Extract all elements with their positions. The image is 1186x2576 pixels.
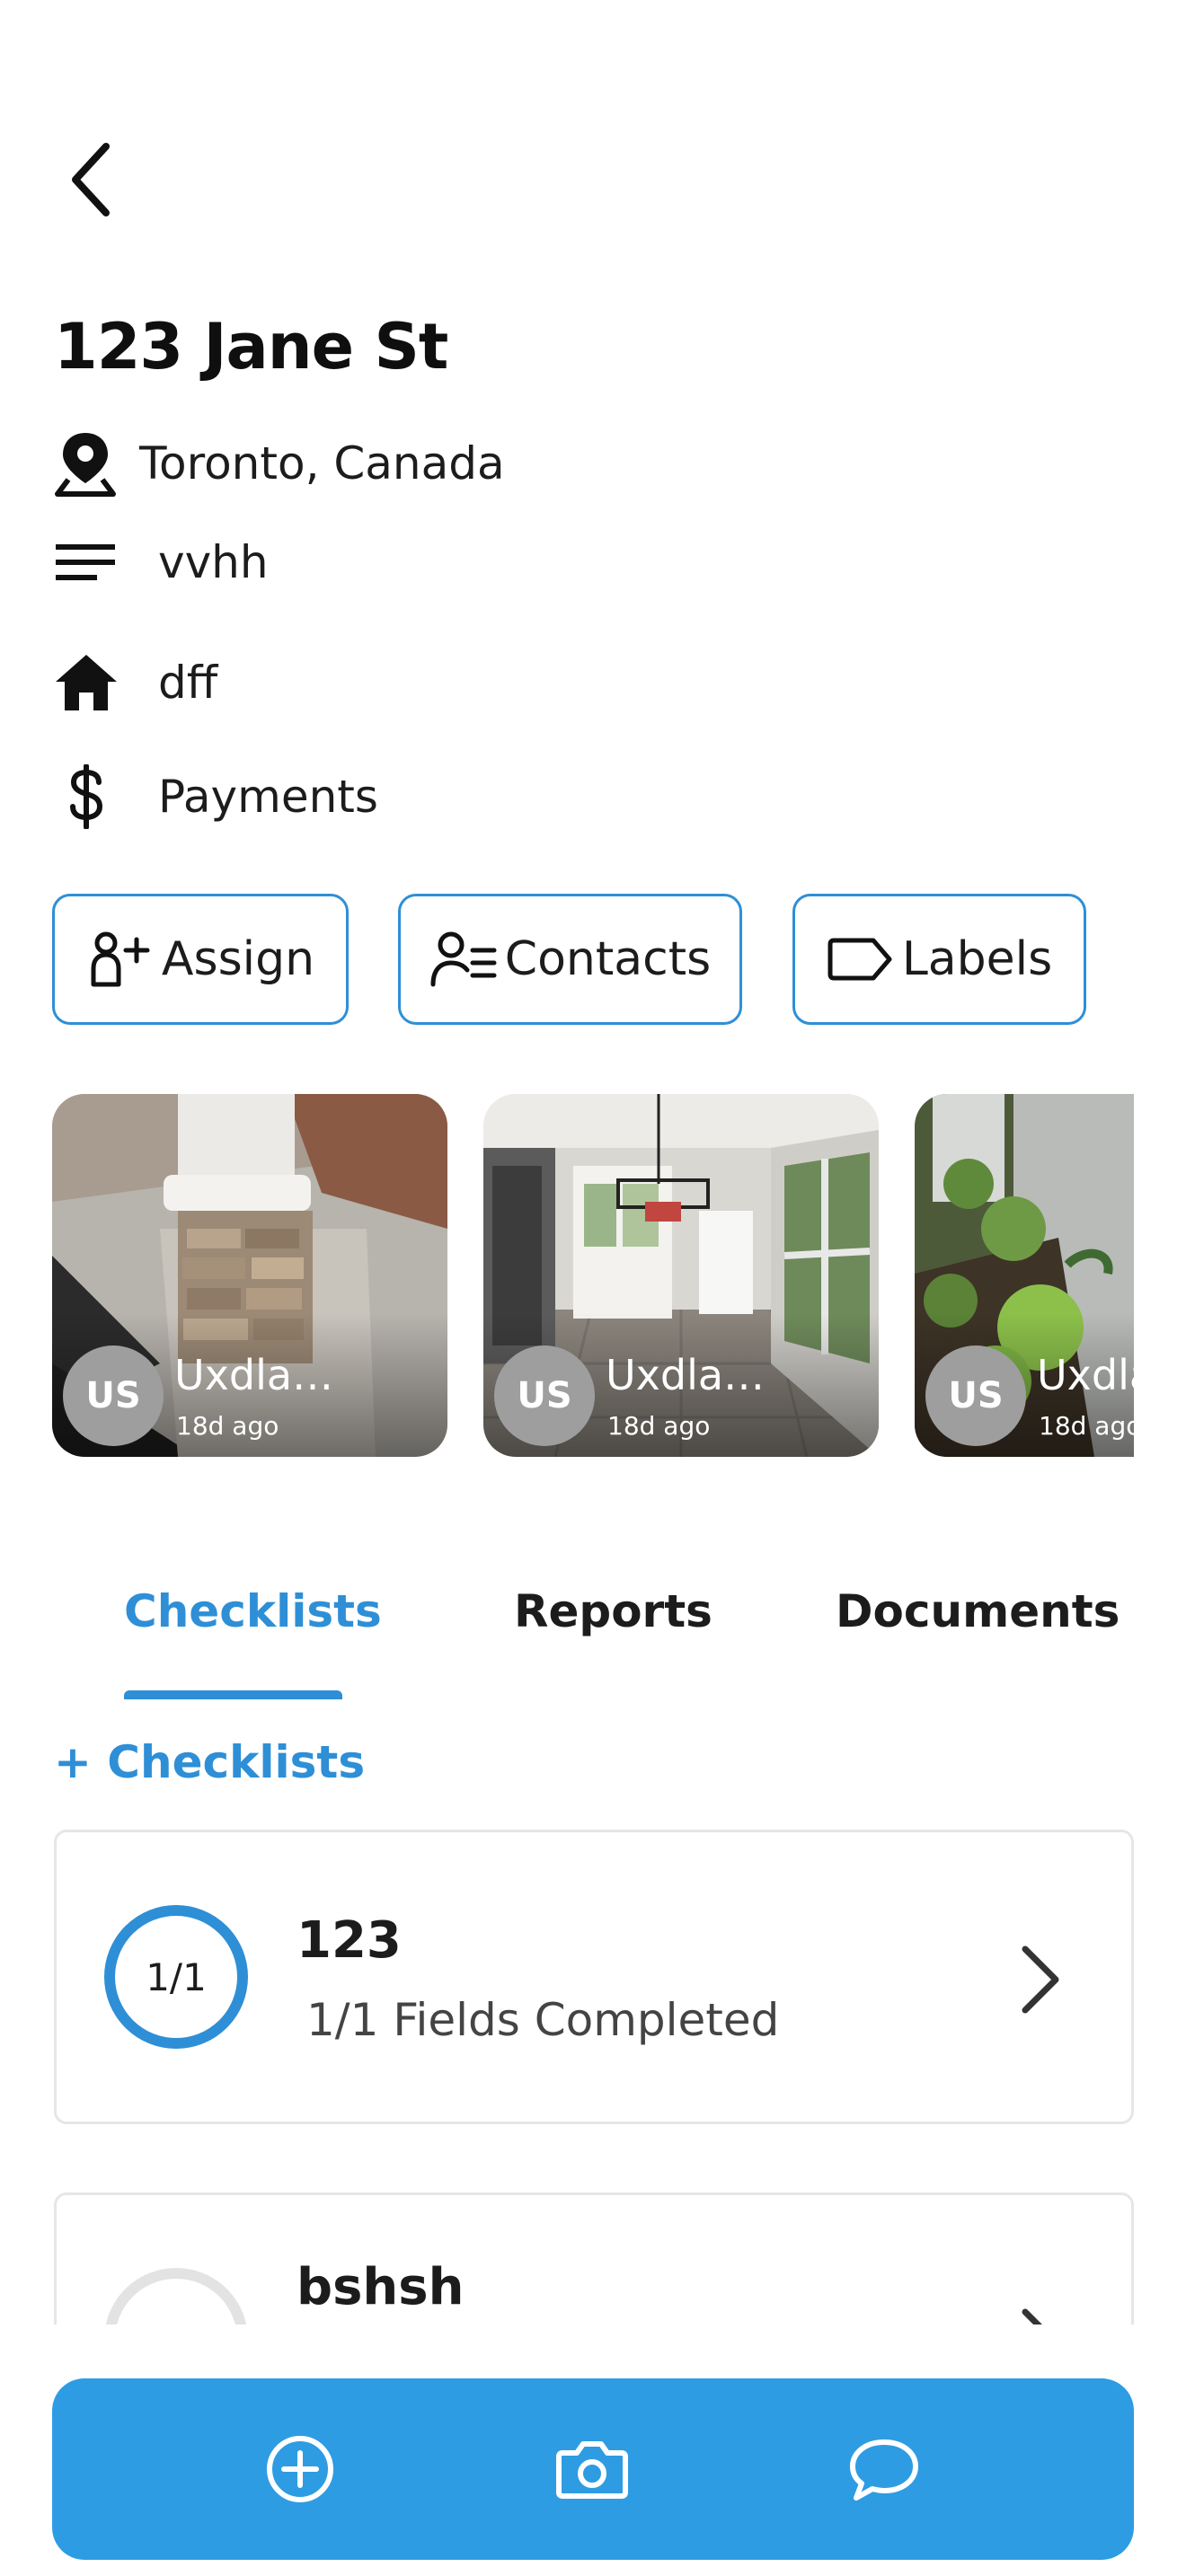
chevron-right-icon	[1022, 2308, 1042, 2325]
contacts-button[interactable]: Contacts	[398, 894, 742, 1025]
avatar: US	[494, 1345, 595, 1446]
chat-icon	[850, 2439, 918, 2501]
photo-time: 18d ago	[1039, 1411, 1134, 1441]
description-text: vvhh	[158, 536, 269, 588]
location-pin-icon	[54, 429, 139, 498]
location-row: Toronto, Canada	[54, 429, 505, 498]
photo-author: Uxdla…	[1037, 1351, 1134, 1399]
progress-value: 1/1	[146, 1954, 207, 1999]
checklist-subtitle: 1/1 Fields Completed	[306, 1994, 780, 2046]
action-chips[interactable]: Assign Contacts Labels	[52, 894, 1134, 1027]
tab-bar[interactable]: Checklists Reports Documents	[0, 1576, 1186, 1702]
tab-checklists[interactable]: Checklists	[124, 1585, 382, 1637]
payments-row[interactable]: Payments	[54, 764, 378, 829]
photo-card[interactable]: US Uxdla… 18d ago	[483, 1094, 879, 1457]
labels-button[interactable]: Labels	[792, 894, 1086, 1025]
photo-card[interactable]: US Uxdla… 18d ago	[52, 1094, 447, 1457]
photo-author: Uxdla…	[174, 1351, 334, 1399]
back-button[interactable]	[56, 135, 128, 225]
photo-time: 18d ago	[607, 1411, 711, 1441]
chevron-left-icon	[72, 143, 110, 216]
assign-label: Assign	[161, 932, 315, 986]
photo-time: 18d ago	[176, 1411, 279, 1441]
description-row: vvhh	[54, 536, 269, 588]
property-text: dff	[158, 657, 218, 709]
page-title: 123 Jane St	[54, 310, 448, 384]
checklist-title: bshsh	[296, 2258, 465, 2316]
home-icon	[54, 653, 158, 712]
avatar: US	[925, 1345, 1026, 1446]
dollar-icon	[54, 764, 158, 829]
add-checklist-button[interactable]: + Checklists	[54, 1736, 365, 1788]
camera-icon	[556, 2441, 628, 2499]
location-text: Toronto, Canada	[139, 437, 505, 490]
add-circle-icon	[267, 2436, 333, 2502]
avatar: US	[63, 1345, 164, 1446]
scroll-content[interactable]: 123 Jane St Toronto, Canada vvhh dff Pay…	[0, 0, 1186, 2325]
progress-ring	[105, 2268, 247, 2325]
camera-button[interactable]	[551, 2428, 633, 2510]
checklist-title: 123	[296, 1911, 402, 1970]
label-tag-icon	[828, 938, 892, 981]
payments-link[interactable]: Payments	[158, 771, 378, 823]
chevron-right-icon	[1022, 1945, 1059, 2014]
labels-label: Labels	[901, 932, 1053, 986]
bottom-action-bar	[52, 2378, 1134, 2560]
tab-documents[interactable]: Documents	[836, 1585, 1120, 1637]
checklist-card[interactable]: bshsh	[54, 2192, 1134, 2325]
add-button[interactable]	[259, 2428, 341, 2510]
photo-author: Uxdla…	[606, 1351, 766, 1399]
checklist-card[interactable]: 1/1 123 1/1 Fields Completed	[54, 1830, 1134, 2124]
add-person-icon	[91, 931, 150, 987]
contacts-label: Contacts	[504, 932, 712, 986]
notes-lines-icon	[54, 537, 158, 587]
property-row: dff	[54, 653, 217, 712]
tab-reports[interactable]: Reports	[514, 1585, 712, 1637]
photo-carousel[interactable]: US Uxdla… 18d ago US Uxdla… 18d ago US U…	[52, 1094, 1134, 1457]
photo-card[interactable]: US Uxdla… 18d ago	[915, 1094, 1134, 1457]
active-tab-indicator	[124, 1690, 342, 1699]
contacts-icon	[430, 931, 497, 987]
chat-button[interactable]	[843, 2428, 925, 2510]
assign-button[interactable]: Assign	[52, 894, 349, 1025]
